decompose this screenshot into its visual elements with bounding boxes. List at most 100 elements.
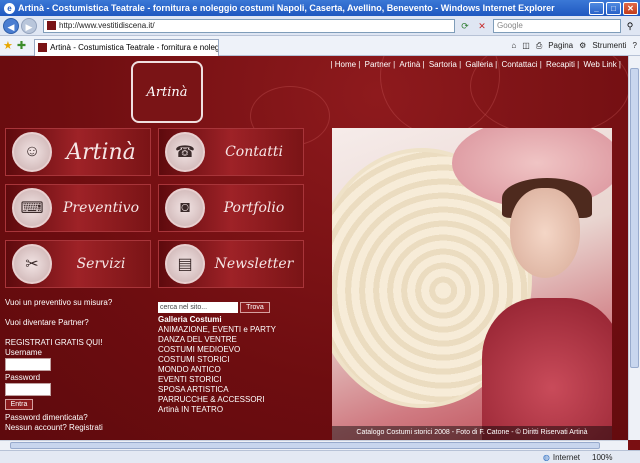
globe-icon: ◍ xyxy=(542,452,550,462)
nav-link-contattaci[interactable]: Contattaci | xyxy=(501,60,541,69)
status-bar: ◍ Internet 100% xyxy=(0,450,640,463)
search-input[interactable]: Google xyxy=(493,18,621,33)
maximize-button[interactable]: □ xyxy=(606,1,621,15)
back-button[interactable]: ◀ xyxy=(3,17,19,34)
window-title-bar: e Artinà - Costumistica Teatrale - forni… xyxy=(0,0,640,16)
home-icon[interactable]: ⌂ xyxy=(511,41,516,50)
stop-icon[interactable]: ✕ xyxy=(475,19,489,33)
photo-caption: Catalogo Costumi storici 2008 - Foto di … xyxy=(332,426,612,440)
username-label: Username xyxy=(5,348,42,357)
lady-portrait-icon: ☺ xyxy=(12,132,52,172)
tile-label: Contatti xyxy=(225,144,283,160)
tile-artina[interactable]: ☺ Artinà xyxy=(5,128,151,176)
add-favorite-icon[interactable]: ✚ xyxy=(17,39,26,52)
tile-newsletter[interactable]: ▤ Newsletter xyxy=(158,240,304,288)
web-page: | Home | Partner | Artinà | Sartoria | G… xyxy=(0,56,628,440)
vertical-scroll-thumb[interactable] xyxy=(630,68,639,368)
address-text: http://www.vestitidiscena.it/ xyxy=(59,21,155,30)
top-navigation: | Home | Partner | Artinà | Sartoria | G… xyxy=(329,60,622,69)
tile-portfolio[interactable]: ◙ Portfolio xyxy=(158,184,304,232)
favorites-star-icon[interactable]: ★ xyxy=(3,39,13,52)
minimize-button[interactable]: _ xyxy=(589,1,604,15)
nav-link-galleria[interactable]: Galleria | xyxy=(465,60,497,69)
tile-label: Preventivo xyxy=(62,200,140,216)
nav-link-artina[interactable]: Artinà | xyxy=(399,60,424,69)
login-button[interactable]: Entra xyxy=(5,399,33,410)
password-field[interactable] xyxy=(5,383,51,396)
tile-label: Portfolio xyxy=(223,200,285,216)
search-icon[interactable]: ⚲ xyxy=(623,19,637,33)
typewriter-icon: ⌨ xyxy=(12,188,52,228)
sewing-machine-icon: ✂ xyxy=(12,244,52,284)
nav-link-home[interactable]: | Home | xyxy=(330,60,360,69)
ie-logo-icon: e xyxy=(4,2,15,14)
catalog-search: cerca nel sito... Trova xyxy=(158,302,293,313)
site-logo[interactable]: Artinà xyxy=(131,61,203,123)
partner-link[interactable]: Vuoi diventare Partner? xyxy=(5,318,89,327)
catalog-list: Galleria Costumi ANIMAZIONE, EVENTI e PA… xyxy=(158,315,293,415)
radio-icon: ▤ xyxy=(165,244,205,284)
nav-link-partner[interactable]: Partner | xyxy=(365,60,396,69)
catalog-search-button[interactable]: Trova xyxy=(240,302,270,313)
catalog-item[interactable]: PARRUCCHE & ACCESSORI xyxy=(158,395,293,405)
address-input[interactable]: http://www.vestitidiscena.it/ xyxy=(43,18,455,33)
tile-label: Newsletter xyxy=(214,256,294,272)
tab-toolbar: ★ ✚ Artinà - Costumistica Teatrale - for… xyxy=(0,36,640,56)
window-title: Artinà - Costumistica Teatrale - fornitu… xyxy=(18,3,555,13)
username-field[interactable] xyxy=(5,358,51,371)
close-button[interactable]: ✕ xyxy=(623,1,638,15)
vertical-scrollbar[interactable] xyxy=(628,56,640,440)
tab-title: Artinà - Costumistica Teatrale - fornitu… xyxy=(50,43,220,52)
tools-menu[interactable]: Strumenti xyxy=(592,41,626,50)
catalog-item[interactable]: DANZA DEL VENTRE xyxy=(158,335,293,345)
tile-label: Servizi xyxy=(76,256,126,272)
tile-label: Artinà xyxy=(66,139,136,165)
hero-photo: Catalogo Costumi storici 2008 - Foto di … xyxy=(332,128,612,440)
catalog-item[interactable]: Artinà IN TEATRO xyxy=(158,405,293,415)
refresh-icon[interactable]: ⟳ xyxy=(458,19,472,33)
catalog-item[interactable]: EVENTI STORICI xyxy=(158,375,293,385)
print-icon[interactable]: ⎙ xyxy=(536,41,542,51)
face-shape xyxy=(510,188,580,278)
tab-favicon-icon xyxy=(38,43,48,52)
tile-servizi[interactable]: ✂ Servizi xyxy=(5,240,151,288)
address-toolbar: ◀ ▶ http://www.vestitidiscena.it/ ⟳ ✕ Go… xyxy=(0,16,640,36)
horizontal-scrollbar[interactable] xyxy=(0,440,628,450)
help-icon[interactable]: ? xyxy=(633,41,637,50)
horizontal-scroll-thumb[interactable] xyxy=(10,442,600,449)
search-placeholder: Google xyxy=(497,21,523,30)
catalog-item[interactable]: COSTUMI STORICI xyxy=(158,355,293,365)
gear-icon[interactable]: ⚙ xyxy=(579,41,586,50)
browser-tab[interactable]: Artinà - Costumistica Teatrale - fornitu… xyxy=(34,38,220,56)
camera-icon: ◙ xyxy=(165,188,205,228)
site-favicon-icon xyxy=(47,21,56,30)
catalog-search-input[interactable]: cerca nel sito... xyxy=(158,302,238,313)
forgot-password-link[interactable]: Password dimenticata? xyxy=(5,413,155,422)
register-prompt-link[interactable]: Nessun account? Registrati xyxy=(5,423,155,432)
nav-link-sartoria[interactable]: Sartoria | xyxy=(429,60,461,69)
forward-button[interactable]: ▶ xyxy=(21,17,37,34)
catalog-panel: cerca nel sito... Trova Galleria Costumi… xyxy=(158,302,293,415)
feeds-icon[interactable]: ◫ xyxy=(522,41,530,50)
catalog-item[interactable]: ANIMAZIONE, EVENTI e PARTY xyxy=(158,325,293,335)
catalog-item[interactable]: SPOSA ARTISTICA xyxy=(158,385,293,395)
security-zone: ◍ Internet xyxy=(543,453,580,462)
catalog-item[interactable]: MONDO ANTICO xyxy=(158,365,293,375)
catalog-item[interactable]: COSTUMI MEDIOEVO xyxy=(158,345,293,355)
logo-text: Artinà xyxy=(146,84,188,100)
quote-link[interactable]: Vuoi un preventivo su misura? xyxy=(5,298,112,307)
catalog-item[interactable]: Galleria Costumi xyxy=(158,315,293,325)
nav-link-weblink[interactable]: Web Link | xyxy=(583,60,621,69)
telephone-icon: ☎ xyxy=(165,132,205,172)
tile-contatti[interactable]: ☎ Contatti xyxy=(158,128,304,176)
dress-shape xyxy=(482,298,612,440)
zoom-level[interactable]: 100% xyxy=(592,453,636,462)
nav-link-recapiti[interactable]: Recapiti | xyxy=(546,60,579,69)
login-panel: Vuoi un preventivo su misura? Vuoi diven… xyxy=(5,298,155,433)
zone-label: Internet xyxy=(552,452,580,462)
register-link[interactable]: REGISTRATI GRATIS QUI! xyxy=(5,338,155,347)
command-bar: ⌂ ◫ ⎙ Pagina ⚙ Strumenti ? xyxy=(505,41,637,51)
tile-preventivo[interactable]: ⌨ Preventivo xyxy=(5,184,151,232)
password-label: Password xyxy=(5,373,41,382)
page-menu[interactable]: Pagina xyxy=(548,41,573,50)
